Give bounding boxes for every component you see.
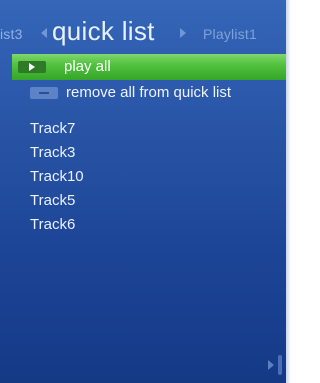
action-menu: play all remove all from quick list (0, 54, 286, 106)
tab-current[interactable]: quick list (52, 16, 155, 47)
track-list: Track7 Track3 Track10 Track5 Track6 (30, 117, 84, 237)
remove-all-label: remove all from quick list (66, 84, 232, 101)
play-all-label: play all (64, 58, 111, 75)
scrollbar-thumb[interactable] (278, 355, 282, 375)
list-item[interactable]: Track10 (30, 165, 84, 189)
list-item[interactable]: Track6 (30, 213, 84, 237)
scroll-down-icon[interactable] (268, 360, 274, 370)
chevron-right-icon[interactable] (180, 28, 186, 38)
remove-all-button[interactable]: remove all from quick list (0, 80, 286, 106)
list-item[interactable]: Track5 (30, 189, 84, 213)
tab-previous[interactable]: ist3 (0, 26, 23, 42)
pivot-header: ist3 quick list Playlist1 (0, 16, 286, 52)
minus-icon (30, 87, 58, 99)
list-item[interactable]: Track3 (30, 141, 84, 165)
tab-next[interactable]: Playlist1 (203, 26, 257, 42)
play-icon (18, 61, 46, 73)
media-player-panel: ist3 quick list Playlist1 play all remov… (0, 0, 286, 383)
chevron-left-icon[interactable] (41, 28, 47, 38)
play-all-button[interactable]: play all (12, 54, 286, 80)
window-edge (286, 0, 291, 383)
list-item[interactable]: Track7 (30, 117, 84, 141)
